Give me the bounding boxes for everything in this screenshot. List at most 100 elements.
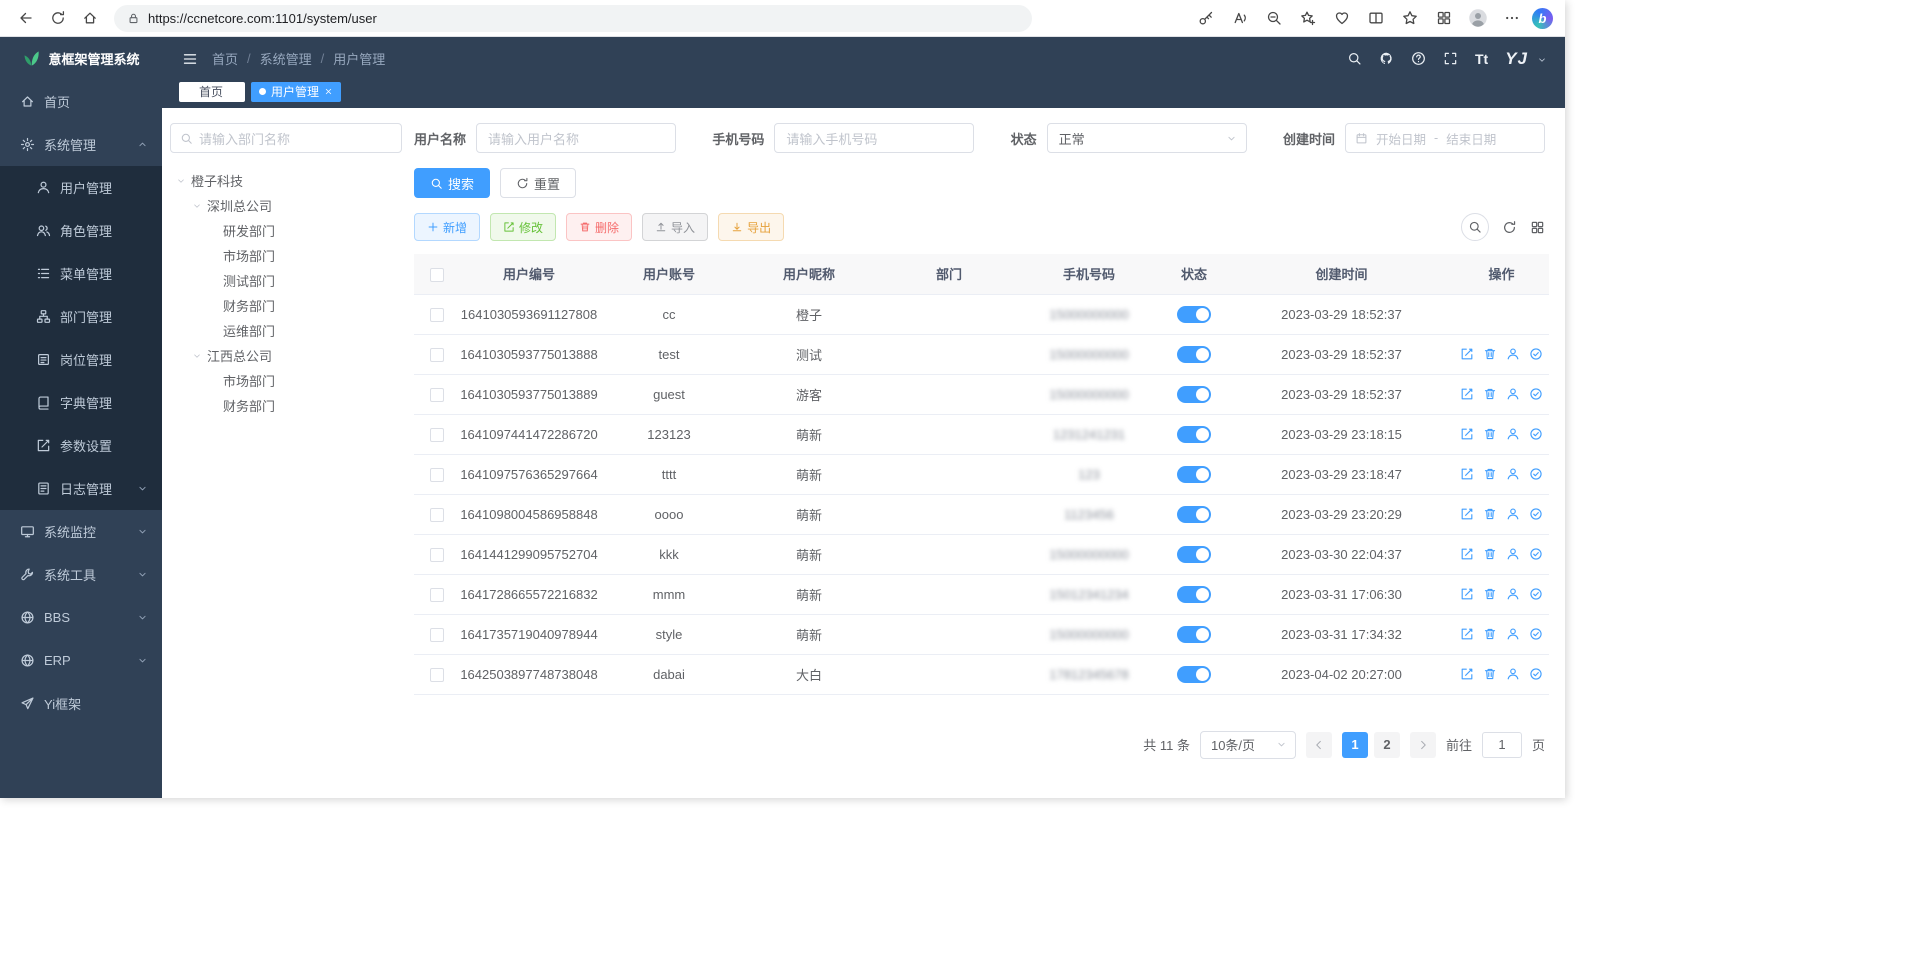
edit-row-icon[interactable] [1460,627,1474,641]
status-toggle[interactable] [1177,666,1211,683]
font-size-icon[interactable]: Tt [1475,51,1488,67]
collections-icon[interactable] [1430,5,1458,32]
tree-node[interactable]: 测试部门 [170,268,402,293]
sidebar-item[interactable]: 参数设置 [0,424,162,467]
select-all-checkbox[interactable] [430,268,444,282]
reset-password-icon[interactable] [1506,587,1520,601]
assign-role-icon[interactable] [1529,587,1543,601]
assign-role-icon[interactable] [1529,347,1543,361]
import-button[interactable]: 导入 [642,213,708,241]
modify-button[interactable]: 修改 [490,213,556,241]
tree-node[interactable]: 市场部门 [170,368,402,393]
status-toggle[interactable] [1177,506,1211,523]
edit-row-icon[interactable] [1460,427,1474,441]
delete-row-icon[interactable] [1483,507,1497,521]
reset-password-icon[interactable] [1506,387,1520,401]
username-input[interactable]: 请输入用户名称 [476,123,676,153]
tree-node[interactable]: 江西总公司 [170,343,402,368]
assign-role-icon[interactable] [1529,467,1543,481]
delete-row-icon[interactable] [1483,547,1497,561]
refresh-page-icon[interactable] [44,5,72,32]
sidebar-item[interactable]: BBS [0,596,162,639]
edit-row-icon[interactable] [1460,347,1474,361]
delete-row-icon[interactable] [1483,347,1497,361]
navbar-search-icon[interactable] [1347,51,1362,66]
collapse-sidebar-icon[interactable] [182,51,198,67]
column-settings-icon[interactable] [1530,220,1545,235]
row-checkbox[interactable] [430,628,444,642]
browser-essentials-icon[interactable] [1328,5,1356,32]
status-toggle[interactable] [1177,306,1211,323]
sidebar-item[interactable]: 岗位管理 [0,338,162,381]
status-toggle[interactable] [1177,346,1211,363]
tree-caret-icon[interactable] [176,176,186,186]
read-aloud-icon[interactable] [1226,5,1254,32]
row-checkbox[interactable] [430,468,444,482]
copilot-icon[interactable]: b [1532,8,1553,29]
favorites-add-icon[interactable] [1294,5,1322,32]
page-number-button[interactable]: 2 [1374,732,1400,758]
sidebar-item[interactable]: 日志管理 [0,467,162,510]
sidebar-item[interactable]: 部门管理 [0,295,162,338]
search-button[interactable]: 搜索 [414,168,490,198]
edit-row-icon[interactable] [1460,507,1474,521]
row-checkbox[interactable] [430,428,444,442]
status-toggle[interactable] [1177,426,1211,443]
sidebar-item[interactable]: 角色管理 [0,209,162,252]
row-checkbox[interactable] [430,388,444,402]
fullscreen-icon[interactable] [1443,51,1458,66]
breadcrumb-item[interactable]: 首页 [212,49,238,68]
sidebar-item[interactable]: ERP [0,639,162,682]
assign-role-icon[interactable] [1529,427,1543,441]
status-toggle[interactable] [1177,586,1211,603]
toggle-search-icon[interactable] [1461,213,1489,241]
tree-node[interactable]: 财务部门 [170,293,402,318]
add-button[interactable]: 新增 [414,213,480,241]
status-toggle[interactable] [1177,626,1211,643]
goto-page-input[interactable]: 1 [1482,732,1522,758]
sidebar-item[interactable]: 系统监控 [0,510,162,553]
assign-role-icon[interactable] [1529,547,1543,561]
phone-input[interactable]: 请输入手机号码 [774,123,974,153]
edit-row-icon[interactable] [1460,587,1474,601]
dept-search-input[interactable]: 请输入部门名称 [170,123,402,153]
status-select[interactable]: 正常 [1047,123,1247,153]
delete-row-icon[interactable] [1483,587,1497,601]
breadcrumb-item[interactable]: 系统管理 [260,49,312,68]
reset-password-icon[interactable] [1506,667,1520,681]
sidebar-item[interactable]: Yi框架 [0,682,162,725]
sidebar-item[interactable]: 字典管理 [0,381,162,424]
breadcrumb-item[interactable]: 用户管理 [333,49,385,68]
edit-row-icon[interactable] [1460,547,1474,561]
row-checkbox[interactable] [430,548,444,562]
sidebar-item[interactable]: 系统工具 [0,553,162,596]
browser-more-icon[interactable] [1498,5,1526,32]
password-key-icon[interactable] [1192,5,1220,32]
row-checkbox[interactable] [430,348,444,362]
back-icon[interactable] [12,5,40,32]
tree-node[interactable]: 深圳总公司 [170,193,402,218]
tree-node[interactable]: 财务部门 [170,393,402,418]
edit-row-icon[interactable] [1460,667,1474,681]
assign-role-icon[interactable] [1529,667,1543,681]
export-button[interactable]: 导出 [718,213,784,241]
delete-row-icon[interactable] [1483,427,1497,441]
row-checkbox[interactable] [430,508,444,522]
page-tab[interactable]: 用户管理 [251,82,341,102]
next-page-button[interactable] [1410,732,1436,758]
tree-node[interactable]: 橙子科技 [170,168,402,193]
reset-button[interactable]: 重置 [500,168,576,198]
row-checkbox[interactable] [430,308,444,322]
page-number-button[interactable]: 1 [1342,732,1368,758]
url-bar[interactable]: https://ccnetcore.com:1101/system/user [114,5,1032,32]
status-toggle[interactable] [1177,546,1211,563]
reset-password-icon[interactable] [1506,627,1520,641]
docs-question-icon[interactable] [1411,51,1426,66]
zoom-out-icon[interactable] [1260,5,1288,32]
prev-page-button[interactable] [1306,732,1332,758]
reset-password-icon[interactable] [1506,467,1520,481]
status-toggle[interactable] [1177,386,1211,403]
delete-row-icon[interactable] [1483,387,1497,401]
sidebar-item[interactable]: 菜单管理 [0,252,162,295]
sidebar-item[interactable]: 首页 [0,80,162,123]
